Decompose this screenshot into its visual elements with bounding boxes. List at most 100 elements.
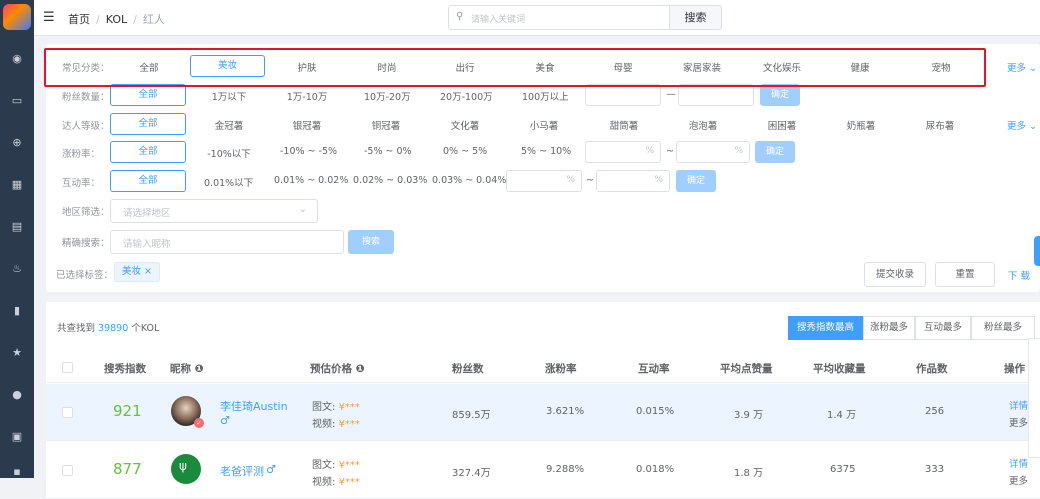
nickname-input[interactable]: 请输入昵称 [110,230,344,254]
growth-confirm-button[interactable]: 确定 [755,141,795,163]
row-detail-link[interactable]: 详情 [1009,398,1028,412]
close-icon[interactable]: × [144,266,152,277]
image-icon[interactable]: ▭ [0,94,34,107]
level-more-link[interactable]: 更多 ⌄ [1007,118,1037,132]
fans-option[interactable]: 100万以上 [522,89,569,103]
global-search-button[interactable]: 搜索 [670,5,722,30]
avatar[interactable]: ψ [171,454,201,484]
fans-option[interactable]: 10万-20万 [364,89,411,103]
fans-option-selected[interactable]: 全部 [110,84,186,106]
level-option[interactable]: 文化薯 [450,118,480,132]
row-more-link[interactable]: 更多 [1009,473,1028,487]
misc-icon[interactable]: ▪ [0,465,34,478]
row-detail-link[interactable]: 详情 [1009,456,1028,470]
interaction-option[interactable]: 0.02% ~ 0.03% [353,175,427,186]
level-option[interactable]: 泡泡薯 [688,118,718,132]
col-growth[interactable]: 涨粉率 [545,361,577,376]
col-works[interactable]: 作品数 [916,361,948,376]
sort-interaction-button[interactable]: 互动最多 [915,316,971,340]
interaction-confirm-button[interactable]: 确定 [676,170,716,192]
interaction-option-selected[interactable]: 全部 [110,170,186,192]
side-float-button[interactable] [1034,236,1040,266]
level-option[interactable]: 金冠薯 [214,118,244,132]
level-option[interactable]: 尿布薯 [925,118,955,132]
col-fans[interactable]: 粉丝数 [452,361,484,376]
breadcrumb-kol[interactable]: KOL [106,13,127,26]
row-name[interactable]: 老爸评测 [220,463,264,479]
row-checkbox[interactable] [62,407,73,418]
level-option[interactable]: 困困薯 [767,118,797,132]
menu-toggle-icon[interactable]: ☰ [43,10,55,25]
info-icon[interactable]: ❶ [356,363,365,375]
bar-chart-icon[interactable]: ▮ [0,304,34,317]
user-icon[interactable]: ● [0,388,34,401]
row-price-image: 图文: ¥*** [312,460,360,471]
growth-option[interactable]: -10%以下 [206,146,252,160]
col-score[interactable]: 搜秀指数 [104,361,146,376]
col-interaction[interactable]: 互动率 [638,361,670,376]
fire-icon[interactable]: ♨ [0,262,34,275]
growth-label: 涨粉率： [62,149,101,160]
submit-button[interactable]: 提交收录 [864,262,926,287]
select-all-checkbox[interactable] [62,362,73,373]
sort-score-button[interactable]: 搜秀指数最高 [788,316,863,340]
row-name[interactable]: 李佳琦Austin [220,398,288,414]
interaction-option[interactable]: 0.01% ~ 0.02% [274,175,348,186]
dashboard-icon[interactable]: ◉ [0,52,34,65]
growth-option[interactable]: 0% ~ 5% [443,146,487,157]
interaction-max-input[interactable]: % [596,170,670,192]
table-row[interactable]: 877 ψ 老爸评测 ♂ 图文: ¥*** 视频: ¥*** 327.4万 9.… [46,442,1040,499]
col-likes[interactable]: 平均点赞量 [720,361,773,376]
level-option-selected[interactable]: 全部 [110,113,186,135]
level-option[interactable]: 银冠薯 [292,118,322,132]
download-link[interactable]: 下 载 [1008,268,1030,282]
row-interaction: 0.015% [636,406,675,417]
row-growth: 9.288% [546,464,585,475]
fork-icon: ψ [179,459,187,473]
global-search-input[interactable]: ⚲ 请输入关键词 [448,5,670,30]
interaction-min-input[interactable]: % [506,170,582,192]
sort-fans-button[interactable]: 粉丝最多 [971,316,1035,340]
print-icon[interactable]: ▣ [0,430,34,443]
growth-option[interactable]: -5% ~ 0% [364,146,412,157]
reset-button[interactable]: 重置 [935,262,995,287]
growth-option[interactable]: 5% ~ 10% [521,146,571,157]
fans-option[interactable]: 20万-100万 [440,89,493,103]
avatar[interactable]: ✓ [171,396,204,428]
interaction-option[interactable]: 0.01%以下 [204,175,253,189]
sort-growth-button[interactable]: 涨粉最多 [863,316,915,340]
fans-option[interactable]: 1万-10万 [286,89,328,103]
level-option[interactable]: 奶瓶薯 [846,118,876,132]
fans-min-input[interactable] [585,84,661,106]
app-logo-icon[interactable] [3,4,31,30]
breadcrumb: 首页 / KOL / 红人 [68,13,165,26]
row-checkbox[interactable] [62,465,73,476]
category-more-link[interactable]: 更多 ⌄ [1007,60,1037,74]
row-more-link[interactable]: 更多 [1009,415,1028,429]
star-icon[interactable]: ★ [0,346,34,359]
range-dash: ~ [586,175,594,186]
info-icon[interactable]: ❶ [195,363,204,375]
fans-max-input[interactable] [678,84,754,106]
interaction-option[interactable]: 0.03% ~ 0.04% [432,175,506,186]
level-option[interactable]: 铜冠薯 [371,118,401,132]
target-icon[interactable]: ⊕ [0,136,34,149]
region-row: 地区筛选： 请选择地区 ⌄ [46,199,1040,223]
level-option[interactable]: 甜筒薯 [609,118,639,132]
fans-option[interactable]: 1万以下 [210,89,248,103]
col-collects[interactable]: 平均收藏量 [813,361,866,376]
level-option[interactable]: 小马薯 [529,118,559,132]
region-select[interactable]: 请选择地区 ⌄ [110,199,318,223]
chevron-down-icon: ⌄ [1029,121,1038,132]
growth-option[interactable]: -10% ~ -5% [280,146,337,157]
table-icon[interactable]: ▤ [0,220,34,233]
calendar-icon[interactable]: ▦ [0,178,34,191]
fans-confirm-button[interactable]: 确定 [760,84,800,106]
breadcrumb-home[interactable]: 首页 [68,13,90,26]
growth-option-selected[interactable]: 全部 [110,141,186,163]
table-row[interactable]: 921 ✓ 李佳琦Austin ♂ 图文: ¥*** 视频: ¥*** 859.… [46,384,1040,441]
growth-min-input[interactable]: % [585,141,661,163]
precise-search-button[interactable]: 搜索 [348,230,394,254]
growth-max-input[interactable]: % [676,141,750,163]
side-toolbar[interactable] [1028,338,1040,458]
